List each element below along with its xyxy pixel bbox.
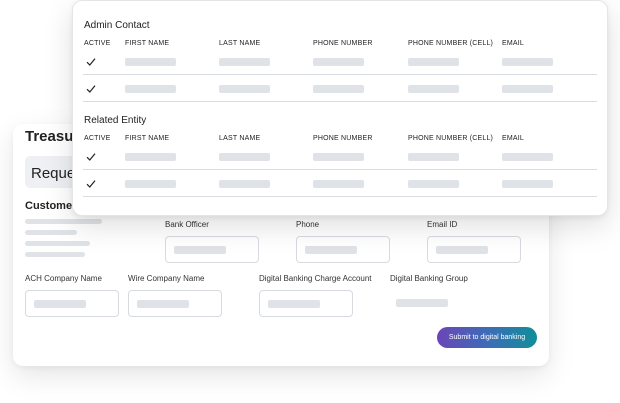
phone-field[interactable] [296, 236, 390, 263]
column-header-email: EMAIL [502, 135, 525, 142]
row-divider [83, 169, 597, 170]
email-id-label: Email ID [427, 220, 458, 229]
row-divider [83, 101, 597, 102]
table-cell [125, 153, 176, 161]
table-cell [313, 180, 364, 188]
table-cell [125, 58, 176, 66]
column-header-last-name: LAST NAME [219, 40, 261, 47]
request-tab-label: Reque [31, 165, 76, 182]
table-cell [408, 180, 459, 188]
ach-company-name-label: ACH Company Name [25, 274, 102, 283]
checkmark-icon[interactable] [86, 84, 96, 94]
checkmark-icon[interactable] [86, 179, 96, 189]
customer-detail-placeholder [25, 230, 77, 235]
customer-detail-placeholder [25, 219, 102, 224]
row-divider [83, 74, 597, 75]
table-cell [125, 85, 176, 93]
customer-detail-placeholder [25, 252, 85, 257]
table-cell [408, 58, 459, 66]
ach-company-name-field[interactable] [25, 290, 119, 317]
customer-detail-placeholder [25, 241, 90, 246]
email-id-field[interactable] [427, 236, 521, 263]
table-cell [502, 153, 553, 161]
digital-banking-group-value [396, 299, 448, 307]
table-cell [313, 58, 364, 66]
wire-company-name-label: Wire Company Name [128, 274, 205, 283]
table-cell [313, 153, 364, 161]
submit-to-digital-banking-button[interactable]: Submit to digital banking [437, 327, 537, 348]
row-divider [83, 196, 597, 197]
column-header-phone-number-cell: PHONE NUMBER (CELL) [408, 40, 494, 47]
column-header-email: EMAIL [502, 40, 525, 47]
bank-officer-field[interactable] [165, 236, 259, 263]
checkmark-icon[interactable] [86, 57, 96, 67]
column-header-first-name: FIRST NAME [125, 135, 170, 142]
checkmark-icon[interactable] [86, 152, 96, 162]
table-cell [408, 153, 459, 161]
digital-banking-charge-account-field[interactable] [259, 290, 353, 317]
table-cell [502, 58, 553, 66]
wire-company-name-field[interactable] [128, 290, 222, 317]
admin-contact-title: Admin Contact [84, 20, 150, 31]
phone-label: Phone [296, 220, 320, 229]
table-cell [125, 180, 176, 188]
table-cell [408, 85, 459, 93]
column-header-phone-number-cell: PHONE NUMBER (CELL) [408, 135, 494, 142]
table-cell [219, 85, 270, 93]
column-header-phone-number: PHONE NUMBER [313, 135, 373, 142]
column-header-last-name: LAST NAME [219, 135, 261, 142]
table-cell [219, 153, 270, 161]
column-header-active: ACTIVE [84, 135, 111, 142]
digital-banking-charge-account-label: Digital Banking Charge Account [259, 274, 372, 283]
digital-banking-group-label: Digital Banking Group [390, 274, 468, 283]
column-header-phone-number: PHONE NUMBER [313, 40, 373, 47]
bank-officer-label: Bank Officer [165, 220, 209, 229]
table-cell [219, 180, 270, 188]
table-cell [313, 85, 364, 93]
customer-label: Customer [25, 200, 77, 212]
related-entity-title: Related Entity [84, 115, 147, 126]
column-header-first-name: FIRST NAME [125, 40, 170, 47]
table-cell [502, 180, 553, 188]
table-cell [502, 85, 553, 93]
column-header-active: ACTIVE [84, 40, 111, 47]
contacts-card: Admin Contact ACTIVE FIRST NAME LAST NAM… [72, 0, 608, 216]
table-cell [219, 58, 270, 66]
